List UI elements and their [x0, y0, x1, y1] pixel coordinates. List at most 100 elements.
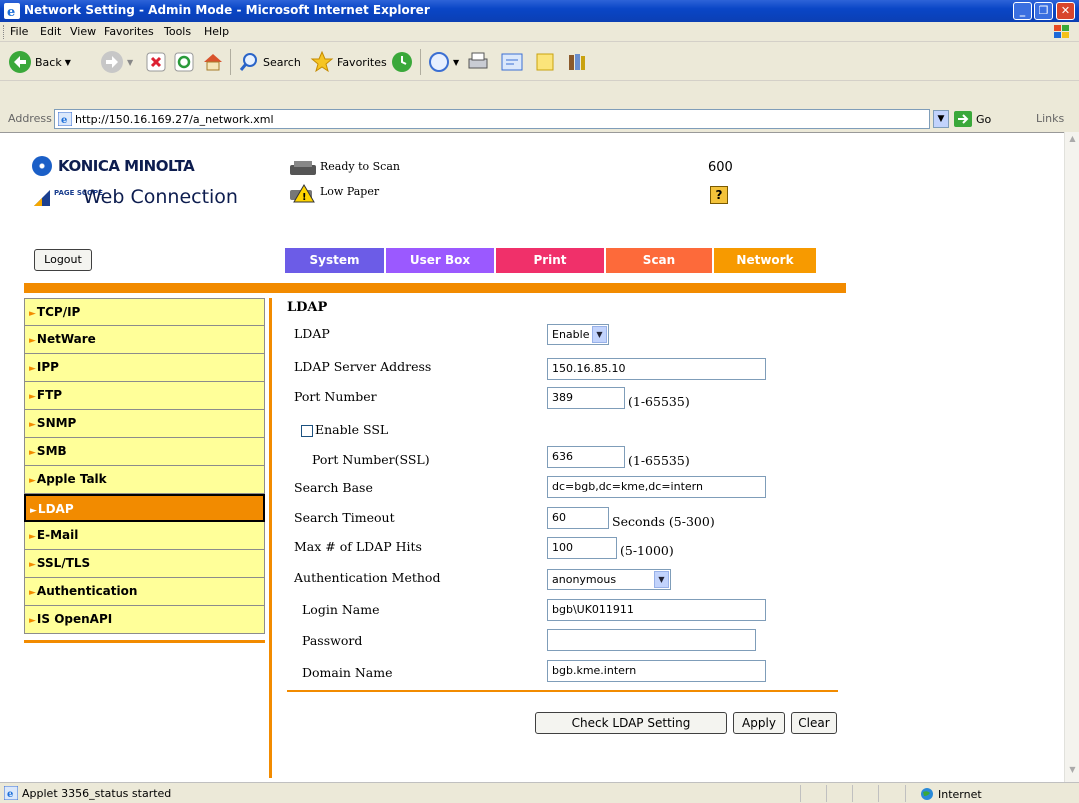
search-base-input[interactable]: dc=bgb,dc=kme,dc=intern — [547, 476, 766, 498]
mail-button[interactable]: ▼ — [428, 49, 459, 75]
nav-item-ssl-tls[interactable]: ►SSL/TLS — [24, 550, 265, 578]
port-input[interactable]: 389 — [547, 387, 625, 409]
nav-item-netware[interactable]: ►NetWare — [24, 326, 265, 354]
enable-ssl-checkbox[interactable] — [301, 425, 313, 437]
home-button[interactable] — [202, 49, 224, 75]
arrow-right-icon: ► — [29, 476, 36, 486]
scroll-down-icon[interactable]: ▼ — [1066, 765, 1079, 780]
status-divider — [826, 785, 827, 802]
form-divider — [287, 690, 838, 692]
nav-item-label: IPP — [36, 360, 59, 374]
forward-dropdown-icon: ▼ — [127, 57, 134, 67]
nav-item-smb[interactable]: ►SMB — [24, 438, 265, 466]
nav-item-label: SNMP — [36, 416, 77, 430]
tab-scan[interactable]: Scan — [606, 248, 714, 273]
nav-item-e-mail[interactable]: ►E-Mail — [24, 522, 265, 550]
research-button[interactable] — [566, 49, 588, 75]
nav-item-snmp[interactable]: ►SNMP — [24, 410, 265, 438]
arrow-right-icon: ► — [29, 420, 36, 430]
address-label: Address — [8, 112, 52, 125]
nav-item-is-openapi[interactable]: ►IS OpenAPI — [24, 606, 265, 634]
arrow-right-icon: ► — [29, 560, 36, 570]
status-divider — [852, 785, 853, 802]
web-connection-title: Web Connection — [83, 186, 238, 208]
nav-item-label: Authentication — [36, 584, 138, 598]
menu-tools[interactable]: Tools — [164, 25, 191, 38]
menu-edit[interactable]: Edit — [40, 25, 61, 38]
max-hits-input[interactable]: 100 — [547, 537, 617, 559]
status-ready-text: Ready to Scan — [320, 160, 400, 173]
edit-button[interactable] — [500, 49, 524, 75]
help-button[interactable]: ? — [710, 186, 728, 204]
tab-network[interactable]: Network — [714, 248, 818, 273]
login-name-input[interactable]: bgb\UK011911 — [547, 599, 766, 621]
menu-view[interactable]: View — [70, 25, 96, 38]
tab-system[interactable]: System — [285, 248, 386, 273]
page-status-icon: e — [4, 786, 18, 800]
scroll-up-icon[interactable]: ▲ — [1066, 134, 1079, 149]
links-toolbar[interactable]: Links — [1036, 112, 1064, 125]
server-address-input[interactable]: 150.16.85.10 — [547, 358, 766, 380]
apply-button[interactable]: Apply — [733, 712, 785, 734]
nav-item-authentication[interactable]: ►Authentication — [24, 578, 265, 606]
search-button[interactable]: Search — [238, 49, 301, 75]
nav-item-label: TCP/IP — [36, 305, 81, 319]
go-button[interactable]: Go — [954, 111, 991, 127]
form-title: LDAP — [287, 300, 328, 315]
svg-text:e: e — [7, 5, 15, 19]
vertical-scrollbar[interactable]: ▲ ▼ — [1064, 132, 1079, 782]
header-divider — [24, 283, 846, 293]
chevron-down-icon: ▼ — [654, 571, 669, 588]
ldap-select[interactable]: Enable ▼ — [547, 324, 609, 345]
tab-print[interactable]: Print — [496, 248, 606, 273]
scanner-icon — [290, 161, 316, 175]
menu-file[interactable]: File — [10, 25, 28, 38]
menu-help[interactable]: Help — [204, 25, 229, 38]
address-dropdown-button[interactable]: ▼ — [933, 110, 949, 128]
refresh-button[interactable] — [174, 49, 194, 75]
logout-button[interactable]: Logout — [34, 249, 92, 271]
timeout-input[interactable]: 60 — [547, 507, 609, 529]
port-label: Port Number — [294, 389, 377, 404]
arrow-right-icon: ► — [29, 448, 36, 458]
arrow-right-icon: ► — [29, 309, 36, 319]
domain-name-input[interactable]: bgb.kme.intern — [547, 660, 766, 682]
forward-button[interactable]: ▼ — [100, 49, 133, 75]
address-bar: Address e http://150.16.169.27/a_network… — [0, 108, 1079, 130]
nav-item-ftp[interactable]: ►FTP — [24, 382, 265, 410]
print-button[interactable] — [466, 49, 490, 75]
history-button[interactable] — [390, 49, 414, 75]
back-arrow-icon — [9, 51, 31, 73]
ssl-port-input[interactable]: 636 — [547, 446, 625, 468]
address-input[interactable]: e http://150.16.169.27/a_network.xml — [54, 109, 930, 129]
nav-item-tcp-ip[interactable]: ►TCP/IP — [24, 298, 265, 326]
auth-method-select[interactable]: anonymous ▼ — [547, 569, 671, 590]
status-bar: e Applet 3356_status started Internet — [0, 782, 1079, 803]
nav-item-ldap[interactable]: ►LDAP — [24, 494, 265, 522]
maximize-button[interactable]: ❐ — [1034, 2, 1053, 20]
auth-method-value: anonymous — [552, 573, 617, 586]
nav-bottom-divider — [24, 640, 265, 643]
ssl-port-range-hint: (1-65535) — [628, 453, 690, 468]
password-input[interactable] — [547, 629, 756, 651]
stop-button[interactable] — [146, 49, 166, 75]
nav-item-label: Apple Talk — [36, 472, 107, 486]
back-button[interactable]: Back ▼ — [8, 49, 71, 75]
check-ldap-setting-button[interactable]: Check LDAP Setting — [535, 712, 727, 734]
clear-button[interactable]: Clear — [791, 712, 837, 734]
status-divider — [800, 785, 801, 802]
status-divider — [905, 785, 906, 802]
menu-favorites[interactable]: Favorites — [104, 25, 154, 38]
tab-user-box[interactable]: User Box — [386, 248, 496, 273]
minimize-button[interactable]: _ — [1013, 2, 1032, 20]
arrow-right-icon: ► — [29, 588, 36, 598]
arrow-right-icon: ► — [29, 392, 36, 402]
favorites-button[interactable]: Favorites — [310, 49, 387, 75]
history-icon — [392, 52, 412, 72]
server-label: LDAP Server Address — [294, 359, 432, 374]
status-divider — [878, 785, 879, 802]
nav-item-ipp[interactable]: ►IPP — [24, 354, 265, 382]
notes-button[interactable] — [534, 49, 556, 75]
nav-item-apple-talk[interactable]: ►Apple Talk — [24, 466, 265, 494]
close-button[interactable]: ✕ — [1056, 2, 1075, 20]
